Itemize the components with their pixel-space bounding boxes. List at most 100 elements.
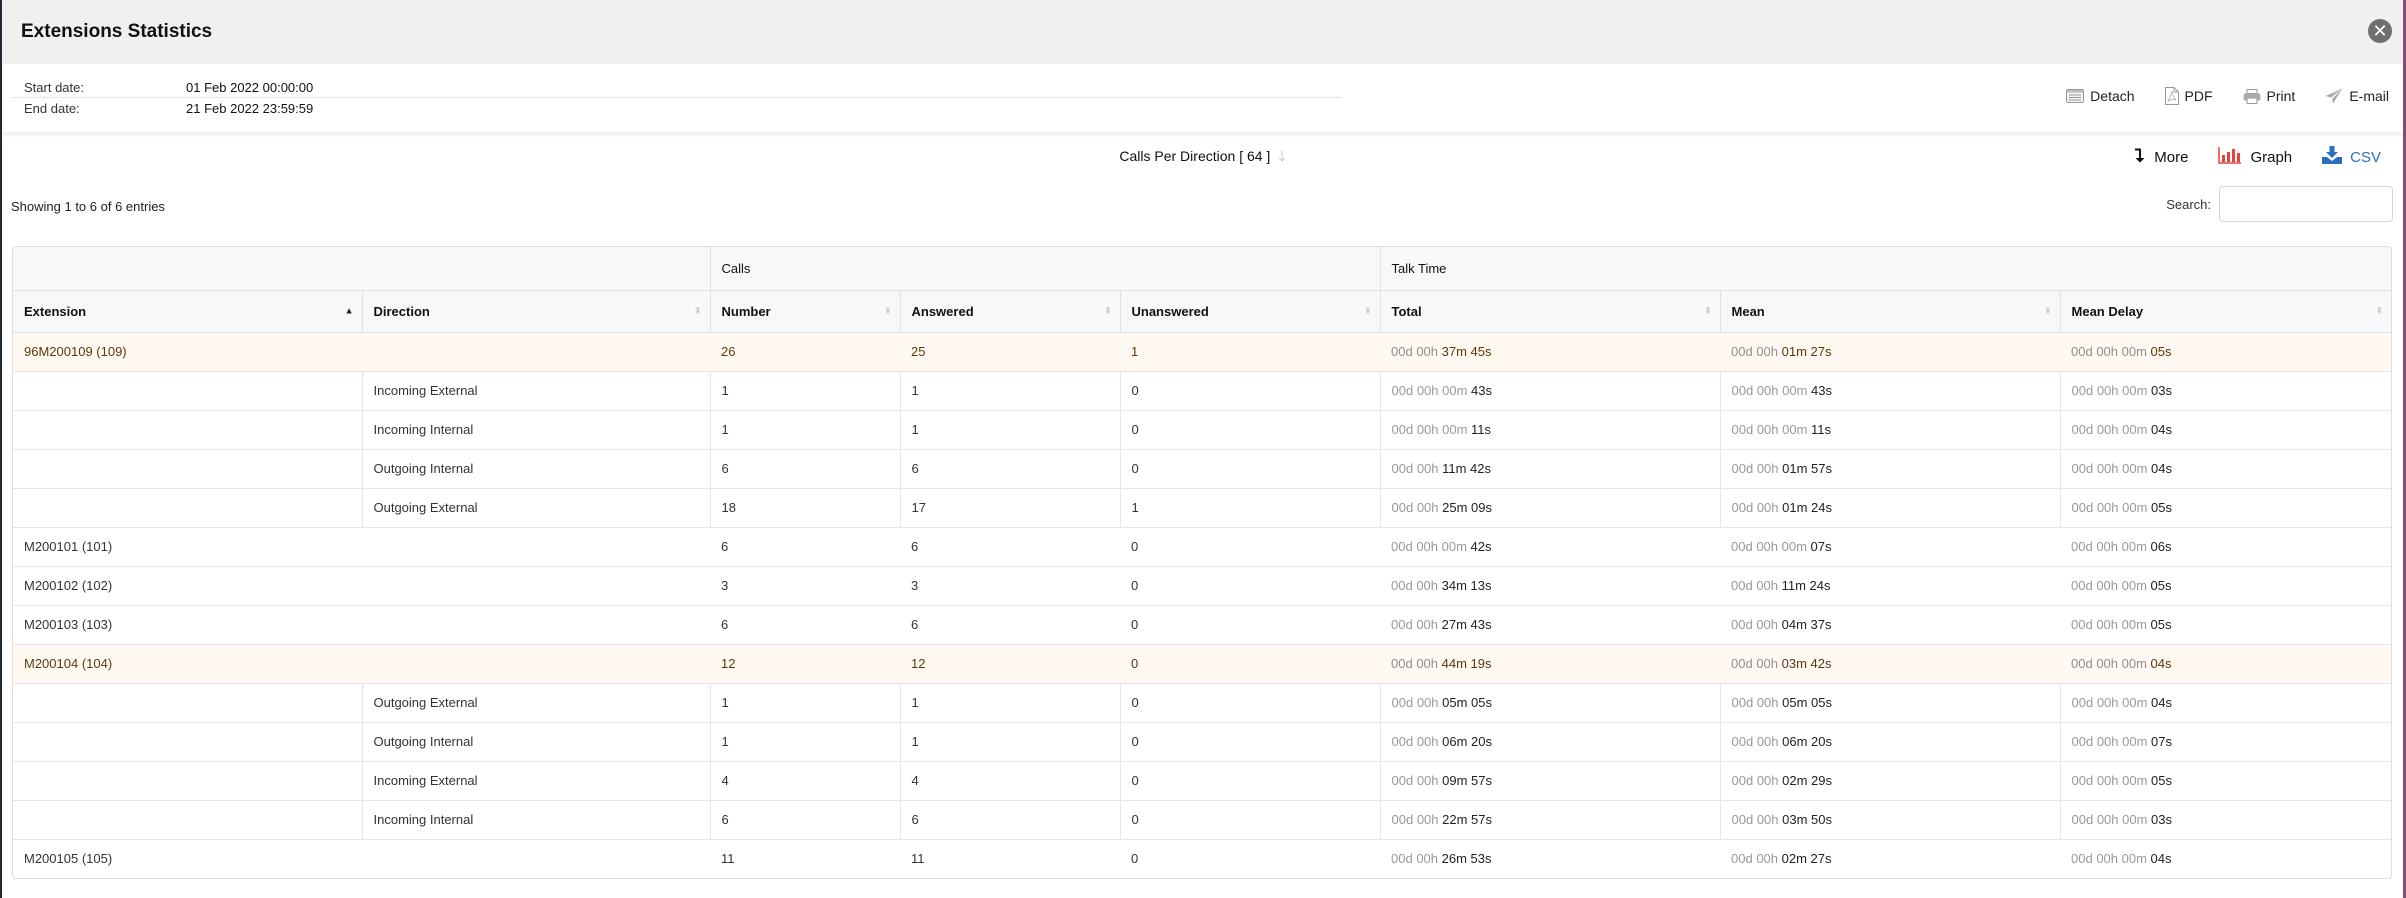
unanswered-cell: 1 (1119, 487, 1381, 527)
arrow-down-icon[interactable]: 🡓 (1278, 148, 1285, 164)
direction-row: Incoming External 1 1 0 00d 00h 00m 43s 00d 0… (13, 370, 2391, 410)
mean-cell-value: 03m 50s (1782, 812, 1832, 827)
sort-icon: ⬍ (883, 305, 892, 316)
col-number[interactable]: Number ⬍ (709, 290, 900, 333)
col-answered[interactable]: Answered ⬍ (899, 290, 1120, 333)
total-cell-prefix: 00d 00h 00m (1391, 422, 1472, 437)
answered-cell: 17 (899, 487, 1120, 527)
col-unanswered[interactable]: Unanswered ⬍ (1119, 290, 1381, 333)
extension-row[interactable]: 96M200109 (109) 26 25 1 00d 00h 37m 45s 00d 0… (13, 332, 2391, 371)
mean-delay-cell-value: 04s (2151, 695, 2172, 710)
extension-row[interactable]: M200104 (104) 12 12 0 00d 00h 44m 19s 00d 00h… (13, 643, 2391, 683)
mean-delay-cell-prefix: 00d 00h 00m (2071, 578, 2151, 593)
graph-button[interactable]: Graph (2218, 146, 2292, 168)
pdf-label: PDF (2184, 88, 2213, 104)
mean-delay-cell: 00d 00h 00m 05s (2060, 604, 2391, 644)
report-info-bar: Start date: 01 Feb 2022 00:00:00 End dat… (2, 64, 2403, 132)
mean-cell-value: 04m 37s (1781, 617, 1832, 632)
mean-cell-value: 01m 57s (1782, 461, 1832, 476)
extension-cell (13, 760, 362, 800)
header-group-empty (13, 247, 710, 291)
print-button[interactable]: Print (2243, 87, 2295, 105)
answered-cell: 6 (900, 526, 1120, 566)
mean-cell-prefix: 00d 00h (1731, 773, 1783, 788)
extension-row[interactable]: M200105 (105) 11 11 0 00d 00h 26m 53s 00d 00h… (13, 838, 2391, 878)
mean-cell-prefix: 00d 00h (1731, 344, 1782, 359)
mean-cell: 00d 00h 03m 42s (1720, 643, 2061, 683)
window-titlebar: Extensions Statistics ✕ (2, 0, 2403, 64)
col-mean[interactable]: Mean ⬍ (1719, 290, 2061, 333)
extension-row[interactable]: M200101 (101) 6 6 0 00d 00h 00m 42s 00d 00h 0… (13, 526, 2391, 566)
total-cell-prefix: 00d 00h (1391, 617, 1442, 632)
col-mean-label: Mean (1731, 303, 1765, 319)
end-date-value: 21 Feb 2022 23:59:59 (186, 100, 314, 116)
total-cell-value: 44m 19s (1441, 656, 1492, 671)
table-body: 96M200109 (109) 26 25 1 00d 00h 37m 45s 00d 0… (13, 332, 2391, 878)
total-cell: 00d 00h 05m 05s (1379, 682, 1721, 722)
mean-delay-cell: 00d 00h 00m 06s (2060, 526, 2391, 566)
mean-cell-prefix: 00d 00h 00m (1731, 539, 1811, 554)
print-icon (2243, 88, 2261, 104)
search-label: Search: (2166, 196, 2211, 212)
close-button[interactable]: ✕ (2368, 19, 2392, 43)
extension-cell (13, 799, 362, 839)
window-title: Extensions Statistics (21, 21, 213, 42)
sort-asc-icon: ▲ (344, 305, 354, 316)
sort-icon: ⬍ (2375, 305, 2383, 316)
sort-icon: ⬍ (2043, 305, 2052, 316)
total-cell: 00d 00h 25m 09s (1379, 487, 1721, 527)
mean-cell-value: 06m 20s (1782, 734, 1832, 749)
col-direction[interactable]: Direction ⬍ (361, 290, 710, 333)
mean-delay-cell-value: 04s (2150, 851, 2172, 867)
direction-row: Incoming Internal 1 1 0 00d 00h 00m 11s 00d 0… (13, 409, 2391, 449)
mean-delay-cell-value: 04s (2151, 461, 2172, 476)
sort-icon: ⬍ (1703, 305, 1712, 316)
total-cell: 00d 00h 00m 42s (1380, 526, 1721, 566)
more-button[interactable]: More (2134, 146, 2188, 168)
total-cell-prefix: 00d 00h (1391, 344, 1442, 359)
extension-cell: M200101 (101) (13, 526, 710, 566)
mean-delay-cell-value: 06s (2150, 539, 2172, 554)
mean-delay-cell-value: 05s (2150, 617, 2172, 632)
number-cell: 18 (709, 487, 900, 527)
total-cell: 00d 00h 34m 13s (1380, 565, 1721, 605)
mean-cell-prefix: 00d 00h (1731, 656, 1782, 671)
direction-row: Outgoing External 1 1 0 00d 00h 05m 05s 00d 0… (13, 682, 2391, 722)
mean-cell-prefix: 00d 00h (1731, 734, 1783, 749)
direction-cell: Incoming External (361, 370, 710, 410)
total-cell-value: 11m 42s (1442, 461, 1492, 476)
total-cell: 00d 00h 09m 57s (1379, 760, 1721, 800)
mean-cell-value: 43s (1811, 383, 1832, 398)
mean-cell-prefix: 00d 00h 00m (1731, 383, 1812, 398)
total-cell-prefix: 00d 00h 00m (1391, 383, 1472, 398)
detach-button[interactable]: Detach (2066, 87, 2135, 105)
direction-row: Incoming External 4 4 0 00d 00h 09m 57s 00d 0… (13, 760, 2391, 800)
total-cell: 00d 00h 00m 43s (1379, 370, 1721, 410)
extension-row[interactable]: M200103 (103) 6 6 0 00d 00h 27m 43s 00d 00h 0… (13, 604, 2391, 644)
extension-row[interactable]: M200102 (102) 3 3 0 00d 00h 34m 13s 00d 00h 1… (13, 565, 2391, 605)
csv-label: CSV (2350, 148, 2381, 166)
csv-button[interactable]: CSV (2322, 146, 2381, 168)
report-actions: Detach PDF Print E-mail (2066, 87, 2389, 105)
unanswered-cell: 0 (1119, 409, 1381, 449)
pdf-button[interactable]: PDF (2164, 87, 2213, 105)
mean-cell: 00d 00h 00m 43s (1719, 370, 2061, 410)
col-mean-delay[interactable]: Mean Delay ⬍ (2059, 290, 2391, 333)
answered-cell: 11 (900, 838, 1120, 878)
total-cell-prefix: 00d 00h (1391, 578, 1442, 593)
mean-delay-cell-prefix: 00d 00h 00m (2071, 656, 2151, 671)
email-button[interactable]: E-mail (2325, 87, 2389, 105)
col-extension[interactable]: Extension ▲ (13, 290, 362, 333)
total-cell-prefix: 00d 00h (1391, 812, 1443, 827)
mean-delay-cell: 00d 00h 00m 04s (2059, 409, 2391, 449)
search-input[interactable] (2219, 186, 2393, 222)
close-icon: ✕ (2372, 21, 2388, 41)
number-cell: 1 (709, 682, 900, 722)
mean-delay-cell-value: 03s (2151, 812, 2172, 827)
header-group-calls: Calls (709, 247, 1381, 291)
stats-table: Calls Talk Time Extension ▲ Direction ⬍ Nu… (13, 247, 2391, 878)
mean-cell-value: 02m 27s (1781, 851, 1832, 867)
mean-cell: 00d 00h 01m 27s (1720, 332, 2061, 371)
mean-delay-cell-value: 05s (2150, 578, 2172, 593)
col-total[interactable]: Total ⬍ (1379, 290, 1721, 333)
